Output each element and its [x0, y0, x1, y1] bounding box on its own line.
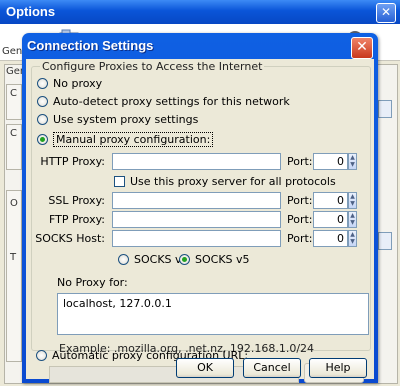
no-proxy-for-label: No Proxy for: [57, 276, 128, 289]
auto-detect-label: Auto-detect proxy settings for this netw… [53, 95, 290, 108]
http-port-label: Port: [287, 155, 313, 168]
socks-host-label: SOCKS Host: [35, 232, 105, 245]
no-proxy-radio[interactable]: No proxy [37, 77, 102, 90]
ssl-proxy-label: SSL Proxy: [48, 194, 105, 207]
dialog-title: Connection Settings [27, 38, 154, 53]
options-close-icon[interactable]: ✕ [376, 3, 396, 23]
proxy-config-group: Configure Proxies to Access the Internet… [31, 60, 371, 355]
ssl-proxy-input[interactable] [112, 192, 281, 209]
radio-icon[interactable] [37, 114, 48, 125]
system-proxy-label: Use system proxy settings [53, 113, 199, 126]
use-for-all-label: Use this proxy server for all protocols [130, 175, 336, 188]
ssl-port-input[interactable]: 0 [313, 192, 348, 209]
radio-icon[interactable] [36, 350, 47, 361]
help-button[interactable]: Help [309, 358, 367, 378]
no-proxy-label: No proxy [53, 77, 103, 90]
system-proxy-radio[interactable]: Use system proxy settings [37, 113, 198, 126]
socks-v5-radio[interactable]: SOCKS v5 [179, 253, 250, 266]
ssl-port-label: Port: [287, 194, 313, 207]
ftp-proxy-input[interactable] [112, 211, 281, 228]
no-proxy-for-textarea[interactable]: localhost, 127.0.0.1 [57, 293, 369, 335]
manual-proxy-radio[interactable]: Manual proxy configuration: [37, 132, 214, 147]
toolbar-label-general[interactable]: Gen [2, 46, 22, 57]
options-side-letter: T [10, 252, 17, 263]
http-port-spinner[interactable]: ▲ ▼ [348, 153, 357, 170]
radio-icon[interactable] [118, 254, 129, 265]
socks-v5-label: SOCKS v5 [195, 253, 250, 266]
options-side-letter: O [10, 198, 18, 209]
socks-port-label: Port: [287, 232, 313, 245]
group-label: Configure Proxies to Access the Internet [40, 60, 265, 73]
ftp-port-spinner[interactable]: ▲ ▼ [348, 211, 357, 228]
ssl-port-spinner[interactable]: ▲ ▼ [348, 192, 357, 209]
radio-selected-icon[interactable] [179, 254, 190, 265]
socks-port-input[interactable]: 0 [313, 230, 348, 247]
options-side-button[interactable] [378, 232, 392, 250]
socks-v4-radio[interactable]: SOCKS v4 [118, 253, 189, 266]
radio-icon[interactable] [37, 96, 48, 107]
options-side-button[interactable] [378, 100, 392, 118]
radio-selected-icon[interactable] [37, 134, 48, 145]
manual-proxy-label: Manual proxy configuration: [53, 132, 214, 147]
options-groupbox-3 [6, 190, 22, 362]
ftp-proxy-label: FTP Proxy: [48, 213, 105, 226]
http-proxy-input[interactable] [112, 153, 281, 170]
auto-detect-radio[interactable]: Auto-detect proxy settings for this netw… [37, 95, 290, 108]
options-side-letter: C [10, 128, 17, 139]
cancel-button[interactable]: Cancel [243, 358, 301, 378]
socks-port-spinner[interactable]: ▲ ▼ [348, 230, 357, 247]
ftp-port-input[interactable]: 0 [313, 211, 348, 228]
connection-settings-dialog: Connection Settings ✕ Configure Proxies … [22, 33, 378, 383]
options-title: Options [6, 4, 56, 19]
options-side-letter: C [10, 88, 17, 99]
radio-icon[interactable] [37, 78, 48, 89]
dialog-body: Configure Proxies to Access the Internet… [26, 59, 374, 383]
http-port-input[interactable]: 0 [313, 153, 348, 170]
http-proxy-label: HTTP Proxy: [40, 155, 105, 168]
ok-button[interactable]: OK [176, 358, 234, 378]
dialog-close-icon[interactable]: ✕ [351, 37, 373, 59]
ftp-port-label: Port: [287, 213, 313, 226]
socks-host-input[interactable] [112, 230, 281, 247]
options-title-bar: Options ✕ [0, 0, 400, 24]
checkbox-icon[interactable] [114, 176, 125, 187]
use-for-all-checkbox[interactable]: Use this proxy server for all protocols [114, 175, 336, 188]
